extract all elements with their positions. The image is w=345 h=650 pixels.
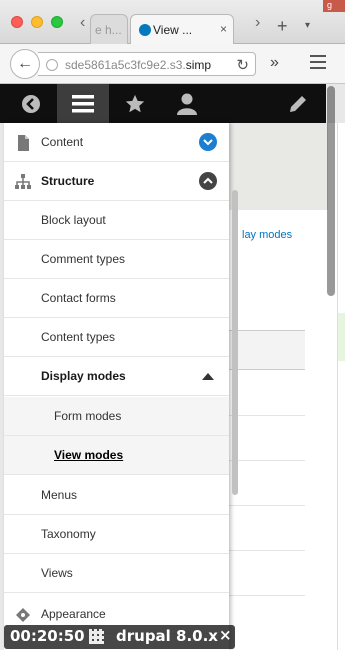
url-bar[interactable]: sde5861a5c3fc9e2.s3.simp ↻ [38, 52, 256, 76]
paint-roller-icon [16, 608, 30, 622]
menu-item-label: Comment types [41, 252, 126, 266]
tab-inactive-title: e h... [95, 23, 122, 37]
qr-code-icon [89, 629, 104, 644]
table-row-divider [228, 595, 305, 596]
menu-item-form-modes[interactable]: Form modes [4, 397, 229, 436]
tab-active-title: View ... [153, 23, 193, 37]
menu-item-comment-types[interactable]: Comment types [4, 240, 229, 279]
menu-item-content-types[interactable]: Content types [4, 318, 229, 357]
globe-icon [46, 59, 58, 71]
menu-item-menus[interactable]: Menus [4, 476, 229, 515]
menu-item-view-modes[interactable]: View modes [4, 436, 229, 475]
tab-list-chevron-icon[interactable]: ▾ [305, 20, 310, 31]
drupal-toolbar [0, 84, 326, 123]
toolbar-pencil-icon[interactable] [272, 84, 324, 123]
table-row-divider [228, 505, 305, 506]
toolbar-tray-menu: Content Structure Block layout Comment t… [4, 123, 229, 650]
menu-item-display-modes[interactable]: Display modes [4, 357, 229, 396]
overlay-host-label: drupal 8.0.x [116, 627, 218, 645]
page-header-band [228, 123, 328, 210]
table-row-divider [228, 415, 305, 416]
url-rest: simp [185, 58, 212, 72]
table-header [228, 330, 305, 370]
toolbar-user-icon[interactable] [161, 84, 213, 123]
tab-active[interactable]: View ... × [130, 14, 234, 45]
toolbar-menu-icon[interactable] [57, 84, 109, 123]
back-button[interactable]: ← [10, 49, 40, 79]
menu-item-views[interactable]: Views [4, 554, 229, 593]
recording-overlay-bar: 00:20:50 drupal 8.0.x × [4, 625, 235, 649]
menu-item-label: Taxonomy [41, 527, 96, 541]
menu-item-block-layout[interactable]: Block layout [4, 201, 229, 240]
menu-item-contact-forms[interactable]: Contact forms [4, 279, 229, 318]
window-minimize-button[interactable] [31, 16, 43, 28]
tab-scroll-left-icon[interactable]: ‹ [80, 14, 85, 32]
recording-timer: 00:20:50 [10, 627, 85, 645]
expand-chevron-icon[interactable] [199, 133, 217, 151]
reload-icon[interactable]: ↻ [234, 56, 249, 74]
browser-navbar: sde5861a5c3fc9e2.s3.simp ↻ ← » [0, 44, 345, 84]
menu-item-label: Content [41, 135, 84, 149]
menu-item-label: Appearance [41, 607, 106, 621]
menu-item-content[interactable]: Content [4, 123, 229, 162]
menu-item-label: Display modes [41, 369, 126, 383]
url-host: sde5861a5c3fc9e2.s3. [65, 58, 186, 72]
page-link-display-modes[interactable]: lay modes [242, 229, 292, 241]
tray-scrollbar[interactable] [232, 190, 238, 495]
overlay-close-icon[interactable]: × [219, 626, 232, 644]
menu-item-label: Structure [41, 174, 95, 188]
sitemap-icon [15, 174, 31, 189]
tab-close-icon[interactable]: × [220, 22, 227, 36]
page-scrollbar[interactable] [327, 86, 335, 296]
collapse-triangle-icon[interactable] [202, 373, 214, 380]
page-right-edge [337, 123, 345, 650]
browser-menu-icon[interactable] [310, 55, 326, 73]
toolbar-star-icon[interactable] [109, 84, 161, 123]
menu-item-label: Content types [41, 330, 116, 344]
drupal-favicon-icon [139, 24, 151, 36]
table-row-divider [228, 460, 305, 461]
file-icon [18, 135, 29, 151]
menu-item-label: Contact forms [41, 291, 116, 305]
collapse-chevron-icon[interactable] [199, 172, 217, 190]
window-maximize-button[interactable] [51, 16, 63, 28]
menu-item-label: View modes [54, 448, 124, 462]
menu-item-label: Views [41, 566, 73, 580]
overflow-chevron-icon[interactable]: » [270, 54, 279, 72]
tab-scroll-right-icon[interactable]: › [255, 14, 260, 32]
browser-titlebar: ‹ e h... View ... × › + ▾ g [0, 0, 345, 45]
menu-item-label: Block layout [41, 213, 106, 227]
table-row-divider [228, 550, 305, 551]
menu-item-label: Form modes [54, 409, 122, 423]
tab-inactive[interactable]: e h... [90, 14, 128, 45]
peek-tab-icon: g [323, 0, 345, 12]
new-tab-button[interactable]: + [277, 16, 288, 37]
menu-item-taxonomy[interactable]: Taxonomy [4, 515, 229, 554]
toolbar-back-icon[interactable] [5, 84, 57, 123]
menu-item-label: Menus [41, 488, 78, 502]
menu-item-structure[interactable]: Structure [4, 162, 229, 201]
window-close-button[interactable] [11, 16, 23, 28]
